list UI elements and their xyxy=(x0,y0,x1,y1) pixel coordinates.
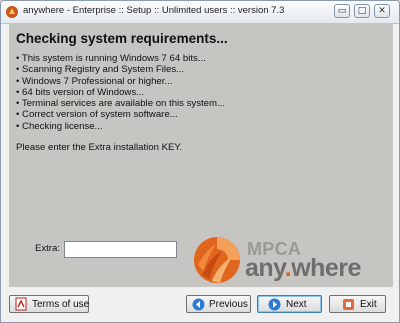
forward-arrow-icon xyxy=(268,298,281,310)
key-prompt: Please enter the Extra installation KEY. xyxy=(16,142,183,153)
exit-icon xyxy=(343,298,354,310)
app-icon xyxy=(6,6,18,18)
exit-label: Exit xyxy=(360,298,377,310)
logo-wordmark-bottom: any.where xyxy=(245,254,361,282)
title-bar[interactable]: anywhere - Enterprise :: Setup :: Unlimi… xyxy=(1,1,399,24)
installer-window: anywhere - Enterprise :: Setup :: Unlimi… xyxy=(0,0,400,323)
previous-label: Previous xyxy=(209,298,248,310)
next-button[interactable]: Next xyxy=(257,295,322,313)
exit-button[interactable]: Exit xyxy=(329,295,386,313)
terms-of-use-button[interactable]: Terms of use xyxy=(9,295,89,313)
close-button[interactable]: ✕ xyxy=(374,4,390,18)
list-item: Checking license... xyxy=(16,121,225,132)
window-title: anywhere - Enterprise :: Setup :: Unlimi… xyxy=(23,5,285,16)
extra-label: Extra: xyxy=(34,243,60,254)
minimize-button[interactable]: ▭ xyxy=(334,4,350,18)
maximize-button[interactable]: □ xyxy=(354,4,370,18)
pdf-icon xyxy=(15,297,27,311)
previous-button[interactable]: Previous xyxy=(186,295,251,313)
back-arrow-icon xyxy=(192,298,205,310)
list-item: This system is running Windows 7 64 bits… xyxy=(16,53,225,64)
button-bar: Terms of use Previous Next Exit xyxy=(1,287,399,322)
next-label: Next xyxy=(286,298,307,310)
mpca-logo-icon xyxy=(194,237,240,283)
list-item: Windows 7 Professional or higher... xyxy=(16,76,225,87)
requirements-list: This system is running Windows 7 64 bits… xyxy=(16,53,225,132)
list-item: 64 bits version of Windows... xyxy=(16,87,225,98)
list-item: Terminal services are available on this … xyxy=(16,98,225,109)
list-item: Correct version of system software... xyxy=(16,109,225,120)
page-title: Checking system requirements... xyxy=(16,31,228,46)
extra-key-input[interactable] xyxy=(64,241,177,258)
terms-label: Terms of use xyxy=(32,298,90,310)
list-item: Scanning Registry and System Files... xyxy=(16,64,225,75)
content-panel: Checking system requirements... This sys… xyxy=(9,23,393,287)
